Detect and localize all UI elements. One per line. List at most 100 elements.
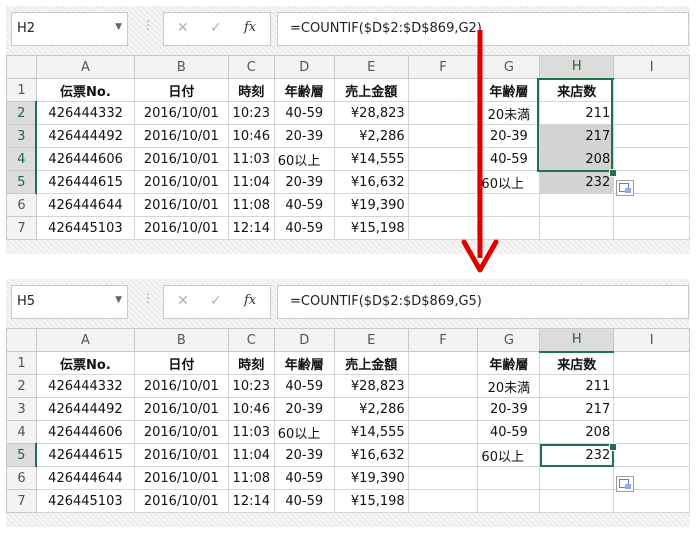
cell-g7[interactable] xyxy=(477,489,541,513)
cell-c3[interactable]: 10:46 xyxy=(227,397,275,421)
cell-e6[interactable]: ¥19,390 xyxy=(333,466,409,490)
column-header-b[interactable]: B xyxy=(133,55,229,79)
cell-g5[interactable]: 60以上 xyxy=(477,443,541,467)
cell-b3[interactable]: 2016/10/01 xyxy=(133,124,229,148)
cell-e4[interactable]: ¥14,555 xyxy=(333,147,409,171)
enter-check-icon[interactable]: ✓ xyxy=(210,293,222,309)
cell-b4[interactable]: 2016/10/01 xyxy=(133,420,229,444)
cell-f1[interactable] xyxy=(407,351,479,375)
cell-e5[interactable]: ¥16,632 xyxy=(333,170,409,194)
cell-c6[interactable]: 11:08 xyxy=(227,193,275,217)
cell-c1[interactable]: 時刻 xyxy=(227,78,275,102)
row-header-4[interactable]: 4 xyxy=(6,147,38,171)
column-header-i[interactable]: I xyxy=(613,328,690,352)
cell-a4[interactable]: 426444606 xyxy=(35,420,135,444)
cell-h6[interactable] xyxy=(539,193,615,217)
cell-i7[interactable] xyxy=(613,489,690,513)
column-header-h[interactable]: H xyxy=(539,328,615,353)
cell-h3[interactable]: 217 xyxy=(539,397,615,421)
cell-b5[interactable]: 2016/10/01 xyxy=(133,170,229,194)
cell-a6[interactable]: 426444644 xyxy=(35,193,135,217)
cell-h1[interactable]: 来店数 xyxy=(539,78,615,102)
cell-h1[interactable]: 来店数 xyxy=(539,351,615,375)
cell-a6[interactable]: 426444644 xyxy=(35,466,135,490)
cell-h4[interactable]: 208 xyxy=(539,147,615,171)
cell-e2[interactable]: ¥28,823 xyxy=(333,374,409,398)
cell-g4[interactable]: 40-59 xyxy=(477,420,541,444)
cell-i2[interactable] xyxy=(613,101,690,125)
column-header-d[interactable]: D xyxy=(273,55,335,79)
column-header-e[interactable]: E xyxy=(333,328,409,352)
cell-a7[interactable]: 426445103 xyxy=(35,489,135,513)
column-header-b[interactable]: B xyxy=(133,328,229,352)
cell-g1[interactable]: 年齢層 xyxy=(477,351,541,375)
cell-f3[interactable] xyxy=(407,397,479,421)
cell-h7[interactable] xyxy=(539,216,615,240)
row-header-4[interactable]: 4 xyxy=(6,420,37,444)
cell-d5[interactable]: 20-39 xyxy=(273,443,335,467)
quick-analysis-icon[interactable] xyxy=(616,476,634,492)
cell-i7[interactable] xyxy=(613,216,690,240)
column-header-c[interactable]: C xyxy=(227,55,275,79)
cell-h2[interactable]: 211 xyxy=(539,374,615,398)
cell-h4[interactable]: 208 xyxy=(539,420,615,444)
cell-b5[interactable]: 2016/10/01 xyxy=(133,443,229,467)
cell-f6[interactable] xyxy=(407,466,479,490)
cell-e3[interactable]: ¥2,286 xyxy=(333,124,409,148)
cell-d7[interactable]: 40-59 xyxy=(273,216,335,240)
cell-d6[interactable]: 40-59 xyxy=(273,193,335,217)
name-box[interactable]: H5 ▼ xyxy=(11,285,128,319)
cell-b2[interactable]: 2016/10/01 xyxy=(133,101,229,125)
column-header-i[interactable]: I xyxy=(613,55,690,79)
cell-f5[interactable] xyxy=(407,443,479,467)
cell-e1[interactable]: 売上金額 xyxy=(333,351,409,375)
chevron-down-icon[interactable]: ▼ xyxy=(115,22,122,32)
row-header-2[interactable]: 2 xyxy=(6,374,37,398)
cell-d4[interactable]: 60以上 xyxy=(273,420,335,444)
cell-g3[interactable]: 20-39 xyxy=(477,397,541,421)
column-header-a[interactable]: A xyxy=(35,328,135,352)
cell-e2[interactable]: ¥28,823 xyxy=(333,101,409,125)
row-header-5[interactable]: 5 xyxy=(6,170,38,194)
cell-b3[interactable]: 2016/10/01 xyxy=(133,397,229,421)
cell-a4[interactable]: 426444606 xyxy=(35,147,135,171)
cell-a3[interactable]: 426444492 xyxy=(35,397,135,421)
row-header-3[interactable]: 3 xyxy=(6,124,38,148)
cell-c5[interactable]: 11:04 xyxy=(227,170,275,194)
row-header-1[interactable]: 1 xyxy=(6,351,37,375)
column-header-g[interactable]: G xyxy=(477,328,541,352)
cell-a5[interactable]: 426444615 xyxy=(35,443,135,467)
cell-h3[interactable]: 217 xyxy=(539,124,615,148)
cell-h5[interactable]: 232 xyxy=(539,443,615,467)
name-box[interactable]: H2 ▼ xyxy=(11,12,128,46)
enter-check-icon[interactable]: ✓ xyxy=(210,20,222,36)
cell-g2[interactable]: 20未満 xyxy=(477,374,541,398)
cell-i3[interactable] xyxy=(613,124,690,148)
cell-i4[interactable] xyxy=(613,420,690,444)
cell-b7[interactable]: 2016/10/01 xyxy=(133,216,229,240)
cell-g6[interactable] xyxy=(477,466,541,490)
quick-analysis-icon[interactable] xyxy=(616,180,634,196)
cell-d1[interactable]: 年齢層 xyxy=(273,78,335,102)
column-header-d[interactable]: D xyxy=(273,328,335,352)
cell-e3[interactable]: ¥2,286 xyxy=(333,397,409,421)
cell-a3[interactable]: 426444492 xyxy=(35,124,135,148)
cell-d6[interactable]: 40-59 xyxy=(273,466,335,490)
cell-a1[interactable]: 伝票No. xyxy=(35,78,135,102)
fill-handle[interactable] xyxy=(609,443,617,451)
column-header-f[interactable]: F xyxy=(407,328,479,352)
cell-i1[interactable] xyxy=(613,351,690,375)
cell-d7[interactable]: 40-59 xyxy=(273,489,335,513)
column-header-c[interactable]: C xyxy=(227,328,275,352)
cell-e1[interactable]: 売上金額 xyxy=(333,78,409,102)
chevron-down-icon[interactable]: ▼ xyxy=(115,295,122,305)
cell-e6[interactable]: ¥19,390 xyxy=(333,193,409,217)
cell-c3[interactable]: 10:46 xyxy=(227,124,275,148)
cell-c4[interactable]: 11:03 xyxy=(227,420,275,444)
cell-f7[interactable] xyxy=(407,489,479,513)
cell-e7[interactable]: ¥15,198 xyxy=(333,489,409,513)
select-all-corner[interactable] xyxy=(6,55,37,79)
cell-c4[interactable]: 11:03 xyxy=(227,147,275,171)
cancel-x-icon[interactable]: ✕ xyxy=(177,293,189,309)
cell-d4[interactable]: 60以上 xyxy=(273,147,335,171)
